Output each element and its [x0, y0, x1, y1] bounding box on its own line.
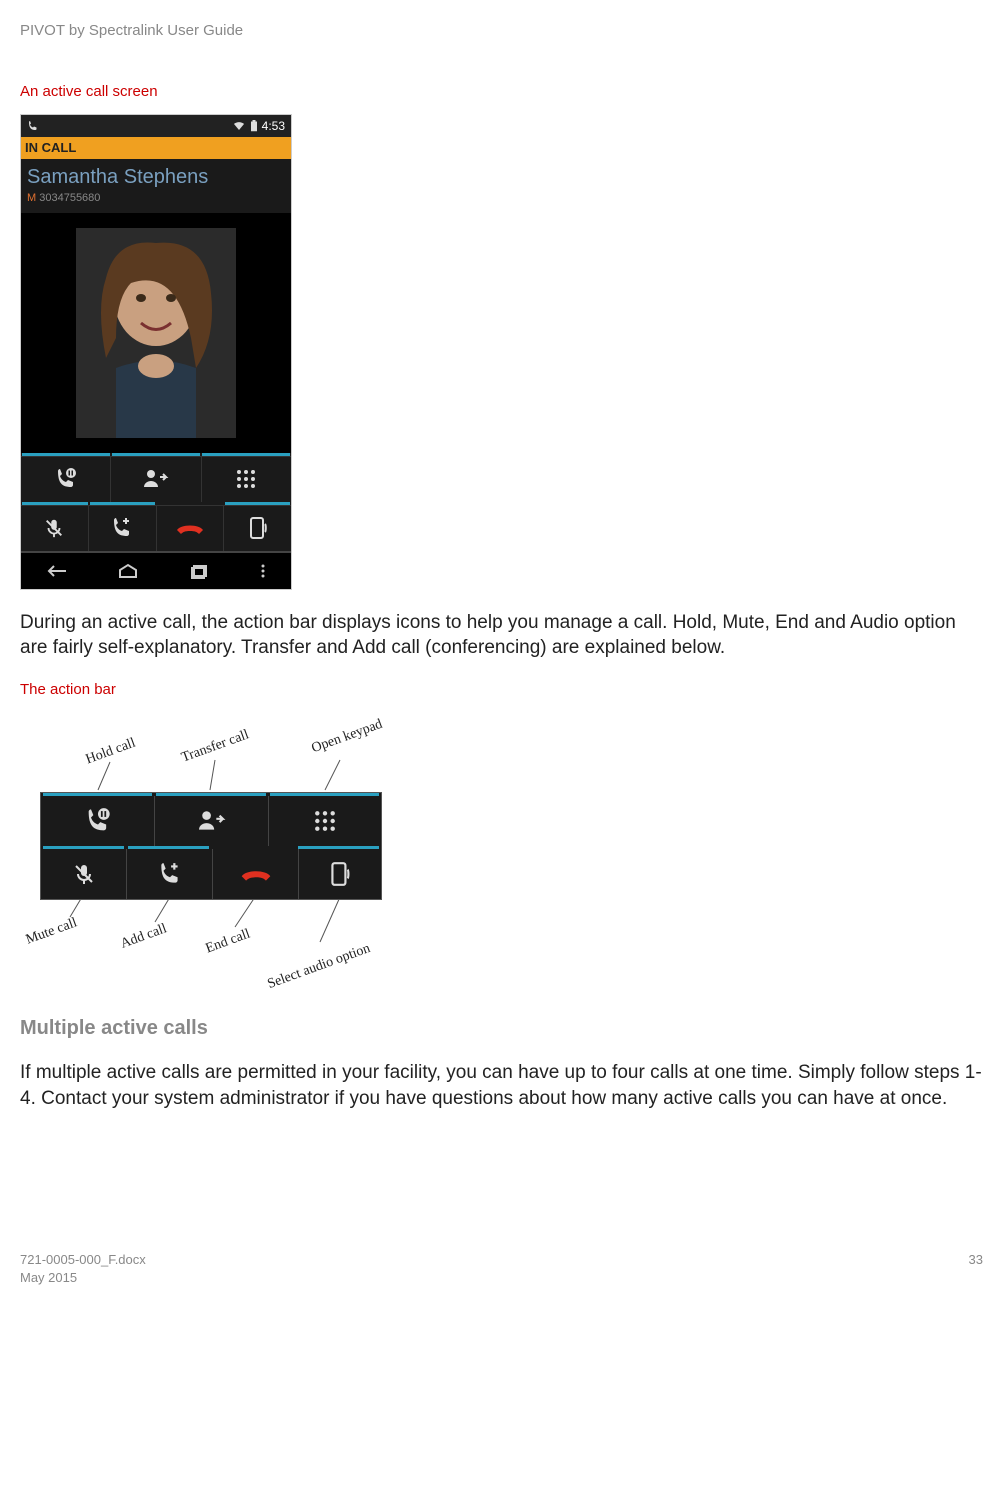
android-nav-bar — [21, 551, 291, 589]
status-bar: 4:53 — [21, 115, 291, 137]
paragraph-1: During an active call, the action bar di… — [20, 610, 983, 661]
back-icon[interactable] — [46, 563, 68, 579]
paragraph-2: If multiple active calls are permitted i… — [20, 1060, 983, 1111]
add-call-button[interactable] — [89, 505, 157, 551]
number-type: M — [27, 192, 36, 204]
figure-caption-1: An active call screen — [20, 81, 983, 102]
label-end: End call — [203, 925, 253, 959]
transfer-button[interactable] — [111, 456, 201, 502]
label-mute: Mute call — [23, 913, 80, 950]
page-footer: 721-0005-000_F.docx May 2015 33 — [20, 1251, 983, 1287]
action-bar-enlarged — [40, 792, 382, 900]
hold-button[interactable] — [21, 456, 111, 502]
footer-doc: 721-0005-000_F.docx — [20, 1251, 146, 1269]
action-row-1 — [21, 456, 291, 502]
menu-icon[interactable] — [260, 563, 266, 579]
audio-button[interactable] — [224, 505, 291, 551]
caller-number: M 3034755680 — [27, 191, 285, 206]
battery-icon — [250, 120, 258, 132]
caller-name: Samantha Stephens — [27, 163, 285, 191]
end-call-icon — [213, 849, 299, 899]
phone-status-icon — [27, 120, 39, 132]
keypad-icon — [269, 796, 381, 846]
hold-icon — [41, 796, 155, 846]
action-bar-diagram: Hold call Transfer call Open keypad Mute… — [20, 712, 400, 992]
home-icon[interactable] — [117, 563, 139, 579]
label-hold: Hold call — [83, 734, 138, 770]
status-clock: 4:53 — [262, 118, 285, 135]
phone-number: 3034755680 — [39, 192, 100, 204]
label-keypad: Open keypad — [309, 715, 385, 759]
contact-photo — [21, 213, 291, 453]
label-transfer: Transfer call — [179, 725, 252, 768]
in-call-banner: IN CALL — [21, 137, 291, 159]
footer-page-number: 33 — [969, 1251, 983, 1287]
keypad-button[interactable] — [202, 456, 291, 502]
label-add: Add call — [118, 919, 170, 954]
label-audio: Select audio option — [265, 939, 373, 994]
subheading-multiple-calls: Multiple active calls — [20, 1014, 983, 1042]
mute-button[interactable] — [21, 505, 89, 551]
action-row-2 — [21, 505, 291, 551]
wifi-icon — [232, 120, 246, 132]
recent-icon[interactable] — [189, 563, 211, 579]
phone-screenshot: 4:53 IN CALL Samantha Stephens M 3034755… — [20, 114, 292, 590]
figure-caption-2: The action bar — [20, 679, 983, 700]
add-call-icon — [127, 849, 213, 899]
audio-icon — [299, 849, 381, 899]
caller-info: Samantha Stephens M 3034755680 — [21, 159, 291, 212]
page-header: PIVOT by Spectralink User Guide — [20, 20, 983, 41]
mute-icon — [41, 849, 127, 899]
footer-date: May 2015 — [20, 1269, 146, 1287]
end-call-button[interactable] — [157, 505, 225, 551]
transfer-icon — [155, 796, 269, 846]
